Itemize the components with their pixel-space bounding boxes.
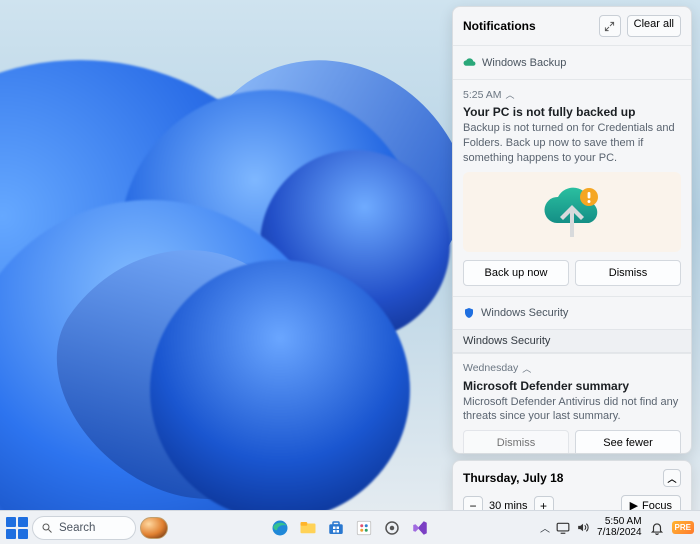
notification-hero-image — [463, 172, 681, 252]
search-placeholder: Search — [59, 522, 95, 534]
system-tray[interactable]: ︿ — [540, 520, 589, 535]
chevron-up-icon: ︿ — [667, 472, 676, 485]
notification-day: Wednesday — [463, 362, 518, 374]
notification-card-backup[interactable]: Windows Backup — [453, 45, 691, 79]
notifications-header: Notifications — [463, 19, 536, 33]
notification-section-title: Windows Security — [453, 329, 691, 353]
chevron-up-icon[interactable]: ︿ — [522, 362, 531, 375]
clear-all-button[interactable]: Clear all — [627, 15, 681, 37]
settings-icon[interactable] — [381, 517, 403, 539]
notification-body: Microsoft Defender Antivirus did not fin… — [463, 395, 681, 425]
volume-icon[interactable] — [576, 521, 589, 534]
chevron-up-icon[interactable]: ︿ — [540, 520, 550, 535]
notification-title: Your PC is not fully backed up — [463, 105, 681, 119]
collapse-calendar-button[interactable]: ︿ — [663, 469, 681, 487]
taskbar: Search ︿ 5:50 AM 7/18/2024 PRE — [0, 510, 700, 544]
notification-card-security[interactable]: Windows Security — [453, 296, 691, 329]
notifications-panel: Notifications Clear all Windows Backup 5… — [452, 6, 692, 454]
notification-app-name: Windows Security — [481, 307, 568, 319]
taskbar-pinned-apps — [269, 517, 431, 539]
dismiss-button[interactable]: Dismiss — [463, 430, 569, 454]
notification-app-name: Windows Backup — [482, 57, 566, 69]
expand-icon — [604, 21, 615, 32]
microsoft-store-icon[interactable] — [325, 517, 347, 539]
notifications-bell-icon[interactable] — [650, 521, 664, 535]
backup-now-button[interactable]: Back up now — [463, 260, 569, 286]
cloud-backup-icon — [463, 56, 476, 69]
notification-body: Backup is not turned on for Credentials … — [463, 121, 681, 166]
visual-studio-icon[interactable] — [409, 517, 431, 539]
search-icon — [41, 522, 53, 534]
expand-notifications-button[interactable] — [599, 15, 621, 37]
dismiss-button[interactable]: Dismiss — [575, 260, 681, 286]
taskbar-clock[interactable]: 5:50 AM 7/18/2024 — [597, 517, 642, 538]
calendar-date: Thursday, July 18 — [463, 471, 563, 485]
edge-icon[interactable] — [269, 517, 291, 539]
notification-center: Notifications Clear all Windows Backup 5… — [452, 6, 692, 525]
taskbar-time: 5:50 AM — [605, 517, 642, 528]
chevron-up-icon[interactable]: ︿ — [506, 88, 515, 101]
file-explorer-icon[interactable] — [297, 517, 319, 539]
preview-build-badge[interactable]: PRE — [672, 521, 694, 534]
shield-icon — [463, 307, 475, 319]
taskbar-search[interactable]: Search — [32, 516, 136, 540]
app-icon[interactable] — [353, 517, 375, 539]
notification-time: 5:25 AM — [463, 89, 502, 101]
display-icon[interactable] — [556, 522, 570, 534]
notification-title: Microsoft Defender summary — [463, 379, 681, 393]
see-fewer-button[interactable]: See fewer — [575, 430, 681, 454]
taskbar-date: 7/18/2024 — [597, 528, 642, 539]
start-button[interactable] — [6, 517, 28, 539]
taskbar-widgets-button[interactable] — [140, 517, 168, 539]
